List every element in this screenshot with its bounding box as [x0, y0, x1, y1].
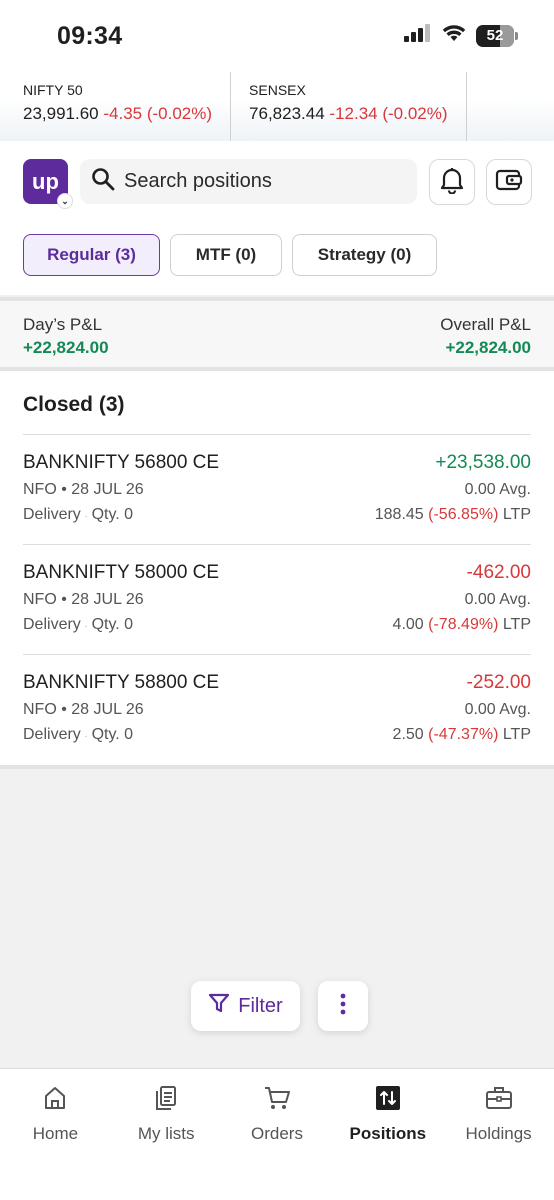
position-product: Delivery	[23, 506, 81, 523]
nav-my-lists[interactable]: My lists	[111, 1069, 222, 1200]
tab-regular[interactable]: Regular (3)	[23, 234, 160, 276]
position-exchange: NFO • 28 JUL 26	[23, 591, 144, 608]
positions-icon	[375, 1085, 401, 1116]
filter-icon	[208, 992, 230, 1020]
search-placeholder: Search positions	[124, 170, 272, 192]
pnl-summary: Day’s P&L +22,824.00 Overall P&L +22,824…	[0, 297, 554, 371]
briefcase-icon	[485, 1085, 513, 1116]
filter-button[interactable]: Filter	[191, 981, 300, 1031]
status-time: 09:34	[57, 22, 123, 50]
position-avg: 0.00 Avg.	[464, 701, 531, 718]
nav-label: Holdings	[465, 1124, 532, 1143]
top-area: 09:34 52 NIFTY 50 23,991.60 -4.35 (-0.02…	[0, 0, 554, 141]
nav-label: Orders	[251, 1124, 303, 1143]
app-header: up ⌄ Search positions	[0, 141, 554, 233]
position-avg: 0.00 Avg.	[464, 591, 531, 608]
ticker-nifty[interactable]: NIFTY 50 23,991.60 -4.35 (-0.02%)	[23, 72, 230, 141]
position-row[interactable]: BANKNIFTY 58800 CE NFO • 28 JUL 26 Deliv…	[23, 655, 531, 765]
position-ltp-change: (-56.85%)	[428, 506, 499, 523]
ticker-name: SENSEX	[249, 82, 306, 98]
ticker-change: -12.34 (-0.02%)	[329, 104, 448, 123]
position-tabs: Regular (3) MTF (0) Strategy (0)	[0, 233, 554, 295]
ticker-change: -4.35 (-0.02%)	[103, 104, 213, 123]
nav-orders[interactable]: Orders	[222, 1069, 333, 1200]
position-symbol: BANKNIFTY 58000 CE	[23, 562, 220, 583]
search-icon	[90, 166, 116, 197]
home-icon	[42, 1085, 68, 1116]
floating-actions: Filter	[191, 981, 368, 1031]
battery-icon: 52	[476, 24, 518, 47]
position-ltp-change: (-47.37%)	[428, 726, 499, 743]
position-row[interactable]: BANKNIFTY 56800 CE NFO • 28 JUL 26 Deliv…	[23, 435, 531, 545]
ticker-value: 23,991.60	[23, 104, 99, 123]
wifi-icon	[442, 24, 466, 47]
position-qty: Qty. 0	[91, 726, 134, 743]
position-ltp: 2.50	[392, 726, 424, 743]
position-row[interactable]: BANKNIFTY 58000 CE NFO • 28 JUL 26 Deliv…	[23, 545, 531, 655]
positions-list: Closed (3) BANKNIFTY 56800 CE NFO • 28 J…	[0, 371, 554, 769]
app-logo[interactable]: up ⌄	[23, 159, 73, 209]
ticker-next-partial[interactable]	[465, 72, 503, 141]
position-avg: 0.00 Avg.	[464, 481, 531, 498]
tab-mtf[interactable]: MTF (0)	[170, 234, 282, 276]
lists-icon	[153, 1085, 179, 1116]
market-ticker[interactable]: NIFTY 50 23,991.60 -4.35 (-0.02%) SENSEX…	[0, 72, 554, 141]
overall-pnl-label: Overall P&L	[440, 315, 531, 334]
status-bar: 09:34 52	[0, 0, 554, 72]
position-exchange: NFO • 28 JUL 26	[23, 481, 144, 498]
battery-level: 52	[486, 27, 504, 44]
position-pl: -252.00	[466, 672, 531, 693]
more-vertical-icon	[339, 992, 347, 1021]
more-options-button[interactable]	[318, 981, 368, 1031]
position-product: Delivery	[23, 616, 81, 633]
ticker-sensex[interactable]: SENSEX 76,823.44 -12.34 (-0.02%)	[230, 72, 466, 141]
ticker-name: NIFTY 50	[23, 82, 83, 98]
ltp-suffix: LTP	[502, 726, 531, 743]
bottom-nav: Home My lists Orders Positions Holdings	[0, 1068, 554, 1200]
position-qty: Qty. 0	[91, 616, 134, 633]
position-symbol: BANKNIFTY 56800 CE	[23, 452, 220, 473]
tab-strategy[interactable]: Strategy (0)	[292, 234, 437, 276]
ltp-suffix: LTP	[502, 506, 531, 523]
notifications-button[interactable]	[429, 159, 475, 205]
nav-label: My lists	[137, 1124, 195, 1143]
wallet-button[interactable]	[486, 159, 532, 205]
bell-icon	[439, 166, 465, 199]
nav-home[interactable]: Home	[0, 1069, 111, 1200]
status-icons: 52	[404, 24, 518, 47]
search-input[interactable]: Search positions	[80, 159, 417, 204]
position-pl: -462.00	[466, 562, 531, 583]
position-ltp-change: (-78.49%)	[428, 616, 499, 633]
nav-holdings[interactable]: Holdings	[443, 1069, 554, 1200]
wallet-icon	[495, 168, 523, 197]
nav-label: Home	[32, 1124, 79, 1143]
section-title: Closed (3)	[23, 371, 531, 435]
day-pnl-label: Day’s P&L	[23, 315, 103, 334]
position-ltp: 188.45	[374, 506, 424, 523]
day-pnl: Day’s P&L +22,824.00	[23, 315, 109, 367]
ltp-suffix: LTP	[502, 616, 531, 633]
logo-text: up	[32, 168, 59, 194]
signal-icon	[404, 24, 432, 47]
nav-positions[interactable]: Positions	[332, 1069, 443, 1200]
position-pl: +23,538.00	[435, 452, 531, 473]
day-pnl-value: +22,824.00	[23, 338, 109, 357]
chevron-down-icon: ⌄	[57, 193, 73, 209]
position-exchange: NFO • 28 JUL 26	[23, 701, 144, 718]
position-qty: Qty. 0	[91, 506, 134, 523]
position-symbol: BANKNIFTY 58800 CE	[23, 672, 220, 693]
position-product: Delivery	[23, 726, 81, 743]
overall-pnl-value: +22,824.00	[445, 338, 531, 357]
ticker-value: 76,823.44	[249, 104, 325, 123]
filter-label: Filter	[238, 994, 283, 1017]
cart-icon	[263, 1085, 291, 1116]
nav-label: Positions	[349, 1124, 427, 1143]
overall-pnl: Overall P&L +22,824.00	[440, 315, 531, 367]
position-ltp: 4.00	[392, 616, 424, 633]
